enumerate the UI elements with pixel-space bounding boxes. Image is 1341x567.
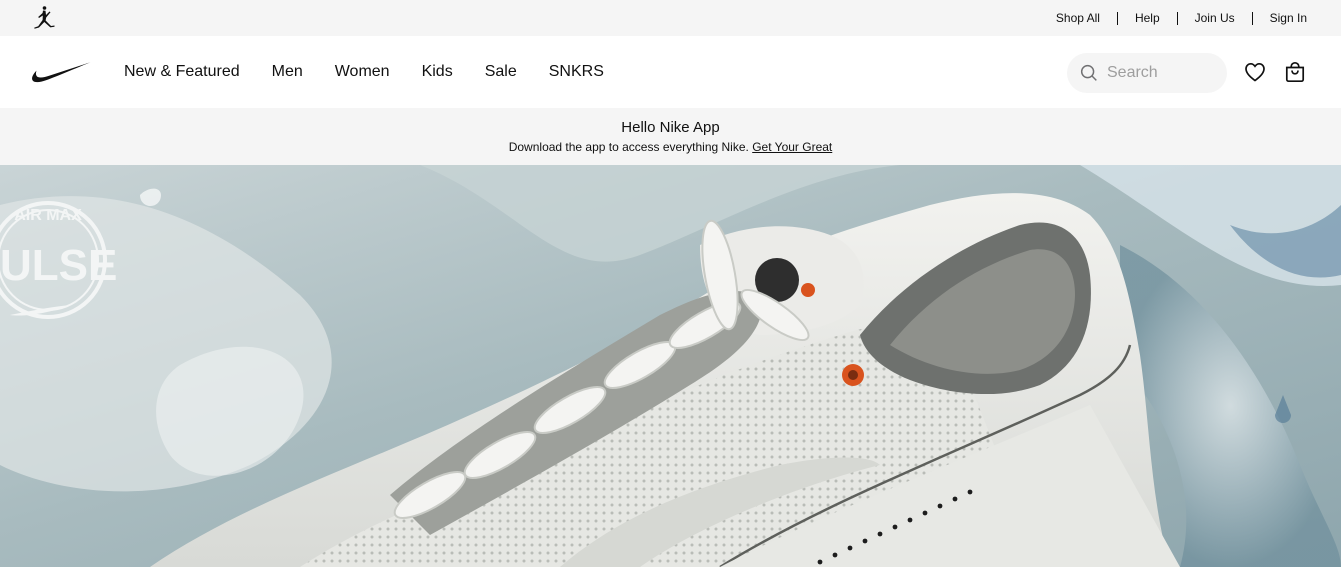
search-icon[interactable] bbox=[1077, 61, 1101, 85]
hero-banner[interactable]: AIR MAX PULSE bbox=[0, 165, 1341, 567]
get-your-great-link[interactable]: Get Your Great bbox=[752, 140, 832, 154]
divider bbox=[1251, 11, 1253, 25]
nav-men[interactable]: Men bbox=[272, 63, 303, 81]
svg-text:AIR MAX: AIR MAX bbox=[14, 207, 82, 224]
search-box[interactable] bbox=[1067, 53, 1227, 93]
svg-text:PULSE: PULSE bbox=[0, 241, 117, 290]
nav-women[interactable]: Women bbox=[335, 63, 390, 81]
hero-sneaker-image: AIR MAX PULSE bbox=[0, 165, 1341, 567]
promo-text: Download the app to access everything Ni… bbox=[508, 140, 749, 154]
promo-banner: Hello Nike App Download the app to acces… bbox=[0, 108, 1341, 165]
nav-new-featured[interactable]: New & Featured bbox=[124, 63, 240, 81]
shopping-bag-icon[interactable] bbox=[1283, 60, 1307, 84]
nav-snkrs[interactable]: SNKRS bbox=[549, 63, 604, 81]
jordan-jumpman-icon[interactable] bbox=[30, 5, 56, 31]
nike-swoosh-icon[interactable] bbox=[31, 61, 91, 83]
help-link[interactable]: Help bbox=[1135, 11, 1160, 25]
utility-links: Shop All Help Join Us Sign In bbox=[1056, 0, 1307, 36]
primary-menu: New & Featured Men Women Kids Sale SNKRS bbox=[124, 36, 636, 108]
sign-in-link[interactable]: Sign In bbox=[1270, 11, 1307, 25]
utility-bar: Shop All Help Join Us Sign In bbox=[0, 0, 1341, 36]
promo-text-line: Download the app to access everything Ni… bbox=[0, 140, 1341, 154]
nav-kids[interactable]: Kids bbox=[422, 63, 453, 81]
heart-icon[interactable] bbox=[1243, 60, 1267, 84]
nav-sale[interactable]: Sale bbox=[485, 63, 517, 81]
promo-title: Hello Nike App bbox=[621, 119, 720, 136]
shop-all-link[interactable]: Shop All bbox=[1056, 11, 1100, 25]
main-nav: New & Featured Men Women Kids Sale SNKRS bbox=[0, 36, 1341, 108]
join-us-link[interactable]: Join Us bbox=[1195, 11, 1235, 25]
search-input[interactable] bbox=[1107, 64, 1217, 82]
divider bbox=[1116, 11, 1118, 25]
divider bbox=[1176, 11, 1178, 25]
